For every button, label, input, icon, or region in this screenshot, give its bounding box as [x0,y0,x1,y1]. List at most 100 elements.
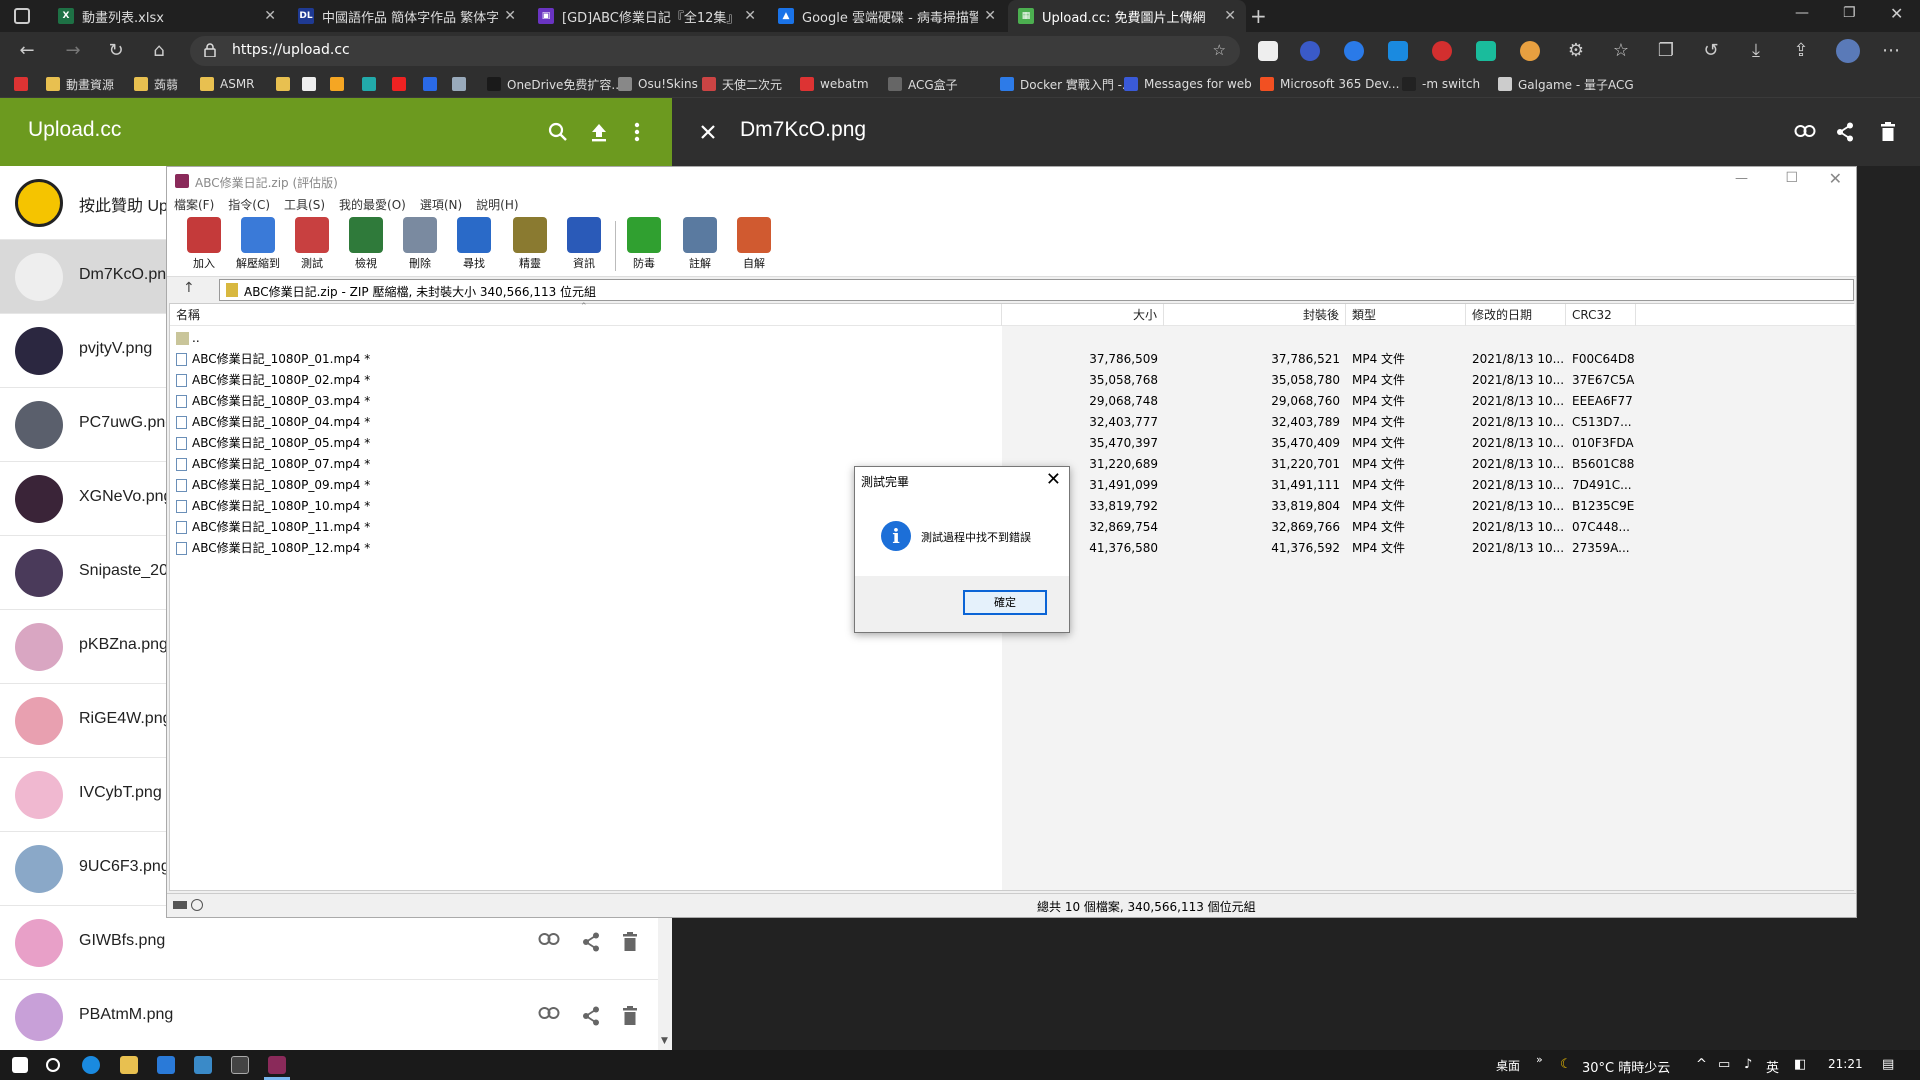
bookmark-icon[interactable] [423,75,443,93]
tab-close-icon[interactable]: ✕ [1224,8,1236,24]
maximize-icon[interactable]: ☐ [1785,170,1798,186]
browser-tab[interactable]: ▲ Google 雲端硬碟 - 病毒掃描警告 ✕ [768,0,1006,32]
bookmark-icon[interactable] [276,75,296,93]
bookmark-item[interactable]: ASMR [200,75,255,93]
delete-icon[interactable] [1880,122,1896,142]
bookmark-icon[interactable] [362,75,382,93]
extension-icon[interactable] [1300,41,1320,61]
extension-icon[interactable] [1258,41,1278,61]
bookmark-item[interactable]: Microsoft 365 Dev... [1260,75,1399,93]
tab-close-icon[interactable]: ✕ [744,8,756,24]
bookmark-item[interactable]: 蒟蒻 [134,75,178,93]
weather-text[interactable]: 30°C 晴時少云 [1582,1057,1670,1076]
file-row[interactable]: ABC修業日記_1080P_09.mp4 * 31,491,099 31,491,1… [170,475,1636,496]
file-row[interactable]: ABC修業日記_1080P_02.mp4 * 35,058,768 35,058,7… [170,370,1636,391]
ime-indicator[interactable]: 英 [1766,1057,1779,1076]
toolbar-button[interactable]: 資訊 [559,217,609,271]
downloads-icon[interactable]: ⤓ [1745,40,1767,62]
file-explorer-icon[interactable] [120,1056,138,1074]
more-vert-icon[interactable] [634,122,640,142]
back-icon[interactable]: ← [16,40,38,62]
extension-icon[interactable] [1432,41,1452,61]
browser-tab[interactable]: ▣ [GD]ABC修業日記『全12集』[✕ [528,0,766,32]
menu-item[interactable]: 工具(S) [277,195,332,215]
clock[interactable]: 21:21 [1828,1057,1863,1071]
favorite-star-icon[interactable]: ☆ [1213,41,1226,59]
menu-item[interactable]: 指令(C) [221,195,277,215]
search-icon[interactable] [548,122,568,142]
menu-item[interactable]: 我的最愛(O) [332,195,413,215]
bookmark-icon[interactable] [302,75,322,93]
toolbar-button[interactable]: 精靈 [505,217,555,271]
toolbar-button[interactable]: 解壓縮到 [233,217,283,271]
col-crc32[interactable]: CRC32 [1566,304,1636,326]
address-bar[interactable]: https://upload.cc ☆ [190,36,1240,66]
app-icon[interactable] [194,1056,212,1074]
file-row[interactable]: ABC修業日記_1080P_05.mp4 * 35,470,397 35,470,4… [170,433,1636,454]
extension-icon[interactable] [1388,41,1408,61]
site-brand[interactable]: Upload.cc [28,118,121,142]
share-icon[interactable] [1836,122,1854,142]
col-size[interactable]: 大小 [1002,304,1164,326]
bookmark-item[interactable]: 動畫資源 [46,75,114,93]
file-row[interactable]: ABC修業日記_1080P_07.mp4 * 31,220,689 31,220,7… [170,454,1636,475]
collections-icon[interactable]: ❐ [1655,40,1677,62]
mail-icon[interactable] [157,1056,175,1074]
up-folder-icon[interactable]: ↑ [183,280,195,296]
close-window-icon[interactable]: ✕ [1890,4,1903,23]
bookmark-item[interactable]: Osu!Skins [618,75,698,93]
col-type[interactable]: 類型 [1346,304,1466,326]
browser-tab[interactable]: DL 中國語作品 簡体字作品 繁体字作 ✕ [288,0,526,32]
ime-mode-icon[interactable]: ◧ [1794,1057,1806,1072]
tab-actions-icon[interactable] [14,8,30,24]
share-icon[interactable] [582,1006,600,1026]
share-icon[interactable] [582,932,600,952]
toolbar-button[interactable]: 註解 [675,217,725,271]
forward-icon[interactable]: → [62,40,84,62]
minimize-icon[interactable]: — [1795,5,1809,21]
extensions-icon[interactable]: ⚙ [1565,40,1587,62]
favorites-icon[interactable]: ☆ [1610,40,1632,62]
restore-icon[interactable]: ❐ [1843,5,1856,21]
search-icon[interactable] [46,1058,60,1072]
minimize-icon[interactable]: — [1735,171,1748,186]
network-icon[interactable]: ▭ [1718,1057,1730,1072]
bookmark-item[interactable]: OneDrive免费扩容... [487,75,623,93]
tab-close-icon[interactable]: ✕ [984,8,996,24]
bookmark-icon[interactable] [452,75,472,93]
upload-icon[interactable] [590,122,608,142]
new-tab-button[interactable]: + [1250,4,1267,28]
toolbar-expand-icon[interactable]: » [1536,1053,1543,1066]
tab-close-icon[interactable]: ✕ [264,8,276,24]
col-modified[interactable]: 修改的日期 [1466,304,1566,326]
share-icon[interactable]: ⇪ [1790,40,1812,62]
home-icon[interactable]: ⌂ [148,40,170,62]
path-dropdown[interactable]: ABC修業日記.zip - ZIP 壓縮檔, 未封裝大小 340,566,113… [219,279,1854,301]
list-item[interactable]: PBAtmM.png [0,980,658,1054]
tray-expand-icon[interactable]: ^ [1696,1057,1707,1072]
volume-icon[interactable]: ♪ [1744,1057,1752,1072]
scroll-down-arrow[interactable]: ▼ [661,1036,668,1046]
delete-icon[interactable] [622,932,638,952]
extension-icon[interactable] [1520,41,1540,61]
bookmark-icon[interactable] [330,75,350,93]
edge-icon[interactable] [82,1056,100,1074]
col-packed[interactable]: 封裝後 [1164,304,1346,326]
file-row[interactable]: ABC修業日記_1080P_12.mp4 * 41,376,580 41,376,5… [170,538,1636,559]
notification-icon[interactable]: ▤ [1882,1057,1894,1072]
file-row[interactable]: ABC修業日記_1080P_10.mp4 * 33,819,792 33,819,8… [170,496,1636,517]
menu-item[interactable]: 檔案(F) [167,195,221,215]
refresh-icon[interactable]: ↻ [105,40,127,62]
bookmark-item[interactable]: webatm [800,75,869,93]
bookmark-item[interactable]: 天使二次元 [702,75,782,93]
windows-start-icon[interactable] [12,1057,28,1073]
link-icon[interactable] [538,1006,560,1020]
menu-item[interactable]: 選項(N) [413,195,469,215]
file-row[interactable]: ABC修業日記_1080P_11.mp4 * 32,869,754 32,869,7… [170,517,1636,538]
toolbar-button[interactable]: 測試 [287,217,337,271]
link-icon[interactable] [1794,124,1816,138]
toolbar-button[interactable]: 防毒 [619,217,669,271]
desktop-toolbar[interactable]: 桌面 [1496,1057,1520,1074]
winrar-taskbar-icon[interactable] [268,1056,286,1074]
chevron-down-icon[interactable]: ⌄ [244,282,1847,293]
